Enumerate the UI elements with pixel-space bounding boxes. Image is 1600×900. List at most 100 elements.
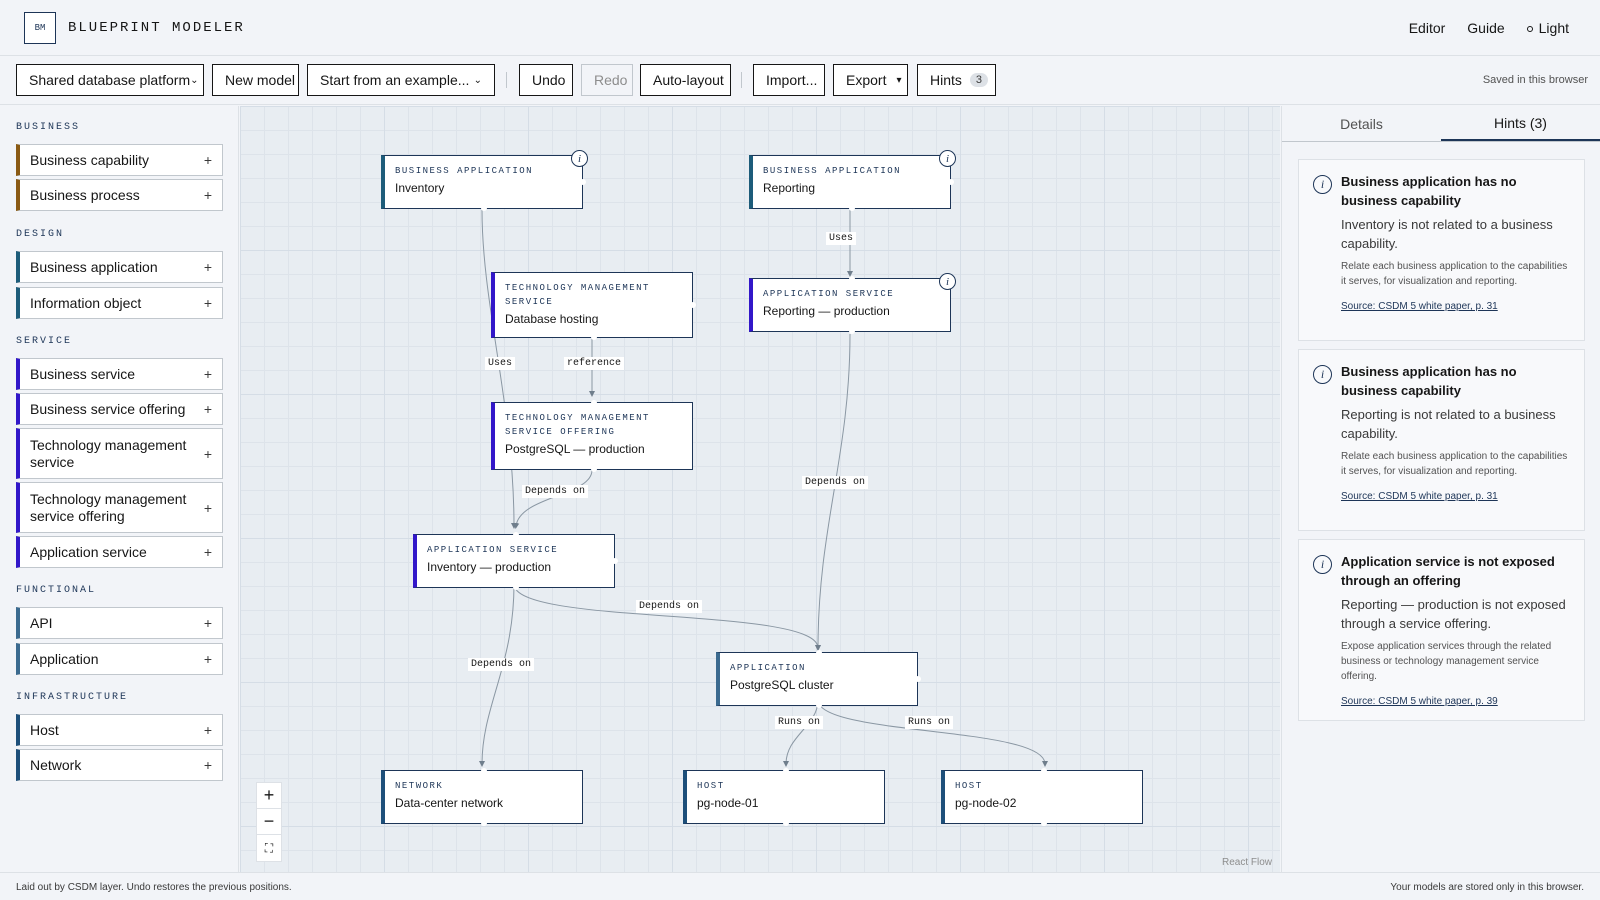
connection-handle[interactable] [815,650,822,656]
connection-handle[interactable] [1040,768,1047,774]
example-select[interactable]: Start from an example... ⌄ [307,64,495,96]
connection-handle[interactable] [848,328,855,334]
nav-editor[interactable]: Editor [1398,20,1457,36]
connection-handle[interactable] [782,768,789,774]
connection-handle[interactable] [480,768,487,774]
hint-source-link[interactable]: Source: CSDM 5 white paper, p. 31 [1341,491,1498,502]
fit-view-button[interactable]: ⛶ [257,835,281,861]
edge-runs-on-node1[interactable] [783,699,819,767]
model-select[interactable]: Shared database platform ⌄ [16,64,204,96]
hint-title: Application service is not exposed throu… [1341,554,1555,588]
plus-icon: + [203,499,212,516]
palette-item-business-capability[interactable]: Business capability + [16,144,223,176]
palette-item-api[interactable]: API + [16,607,223,639]
palette-item-application[interactable]: Application + [16,643,223,675]
node-pg-node-02[interactable]: HOST pg-node-02 [941,768,1143,826]
diagram-canvas[interactable]: Uses Uses reference Depends on Depends o… [240,106,1280,872]
info-icon[interactable]: i [939,150,956,167]
palette-item-network[interactable]: Network + [16,749,223,781]
connection-handle[interactable] [782,820,789,826]
palette-item-label: API [30,614,53,631]
node-data-center-network[interactable]: NETWORK Data-center network [381,768,583,826]
connection-handle[interactable] [690,302,696,308]
node-type: TECHNOLOGY MANAGEMENT SERVICE OFFERING [505,413,650,437]
connection-handle[interactable] [512,584,519,590]
node-name: Reporting — production [763,304,890,318]
redo-button[interactable]: Redo [581,64,633,96]
hint-card: i Business application has no business c… [1298,349,1585,531]
node-database-hosting[interactable]: TECHNOLOGY MANAGEMENT SERVICE Database h… [491,272,696,340]
palette-item-business-application[interactable]: Business application + [16,251,223,283]
tab-details[interactable]: Details [1282,106,1441,141]
edge-reporting-prod-depends[interactable] [815,333,851,651]
plus-icon: + [203,401,212,417]
status-footer: Laid out by CSDM layer. Undo restores th… [0,872,1600,900]
node-inventory[interactable]: BUSINESS APPLICATION Inventory i [381,150,588,211]
node-reporting[interactable]: BUSINESS APPLICATION Reporting i [749,150,956,211]
connection-handle[interactable] [590,400,597,406]
node-name: Data-center network [395,796,504,810]
palette-item-business-process[interactable]: Business process + [16,179,223,211]
app-logo[interactable]: BM [24,11,56,44]
connection-handle[interactable] [848,205,855,211]
info-icon[interactable]: i [939,273,956,290]
palette-item-host[interactable]: Host + [16,714,223,746]
connection-handle[interactable] [512,532,519,538]
section-design: DESIGN [16,229,65,240]
connection-handle[interactable] [1040,820,1047,826]
new-model-button[interactable]: New model [212,64,299,96]
connection-handle[interactable] [815,702,822,708]
node-type: HOST [697,781,725,791]
edge-offering-depends[interactable] [513,469,593,529]
palette-item-label: Technology management service [30,436,187,470]
app-header: BM BLUEPRINT MODELER Editor Guide Light [0,0,1600,56]
hint-source-link[interactable]: Source: CSDM 5 white paper, p. 39 [1341,696,1498,707]
palette-item-application-service[interactable]: Application service + [16,536,223,568]
palette-item-business-service[interactable]: Business service + [16,358,223,390]
nav-guide[interactable]: Guide [1456,20,1515,36]
tab-hints[interactable]: Hints (3) [1441,106,1600,141]
hint-source-link[interactable]: Source: CSDM 5 white paper, p. 31 [1341,301,1498,312]
chevron-down-icon: ⌄ [473,74,482,86]
palette-item-technology-management-service-offering[interactable]: Technology management service offering + [16,482,223,533]
edge-inventory-prod-depends-cluster[interactable] [513,583,821,651]
connection-handle[interactable] [590,466,597,472]
theme-toggle[interactable]: Light [1516,20,1580,36]
theme-icon [1526,25,1533,32]
palette-item-business-service-offering[interactable]: Business service offering + [16,393,223,425]
palette-item-technology-management-service[interactable]: Technology management service + [16,428,223,479]
node-postgresql-cluster[interactable]: APPLICATION PostgreSQL cluster [716,650,921,708]
node-inventory-production[interactable]: APPLICATION SERVICE Inventory — producti… [413,532,618,590]
edge-label: Uses [826,232,857,245]
connection-handle[interactable] [915,676,921,682]
layout-status: Laid out by CSDM layer. Undo restores th… [16,882,292,893]
connection-handle[interactable] [612,558,618,564]
undo-button[interactable]: Undo [519,64,573,96]
palette-item-label: Application service [30,543,147,560]
connection-handle[interactable] [590,334,597,340]
auto-layout-button[interactable]: Auto-layout [640,64,731,96]
attribution-link[interactable]: React Flow [1222,857,1272,868]
hint-message: Inventory is not related to a business c… [1341,217,1553,251]
palette-item-information-object[interactable]: Information object + [16,287,223,319]
edge-label: Depends on [468,658,535,671]
connection-handle[interactable] [848,276,855,282]
plus-icon: + [203,366,212,382]
connection-handle[interactable] [480,205,487,211]
connection-handle[interactable] [480,820,487,826]
edge-inventory-prod-depends-network[interactable] [479,583,515,767]
hints-button[interactable]: Hints 3 [917,64,996,96]
import-button[interactable]: Import... [753,64,825,96]
node-reporting-production[interactable]: APPLICATION SERVICE Reporting — producti… [749,273,956,334]
export-button[interactable]: Export ▾ [833,64,908,96]
node-pg-node-01[interactable]: HOST pg-node-01 [683,768,885,826]
connection-handle[interactable] [580,179,586,185]
info-icon[interactable]: i [571,150,588,167]
edge-runs-on-node2[interactable] [817,699,1048,767]
node-name: Database hosting [505,312,599,326]
connection-handle[interactable] [948,179,954,185]
node-postgresql-production[interactable]: TECHNOLOGY MANAGEMENT SERVICE OFFERING P… [491,400,693,472]
zoom-in-button[interactable]: + [257,783,281,809]
zoom-out-button[interactable]: − [257,809,281,835]
inspector-panel: Details Hints (3) i Business application… [1281,106,1600,872]
